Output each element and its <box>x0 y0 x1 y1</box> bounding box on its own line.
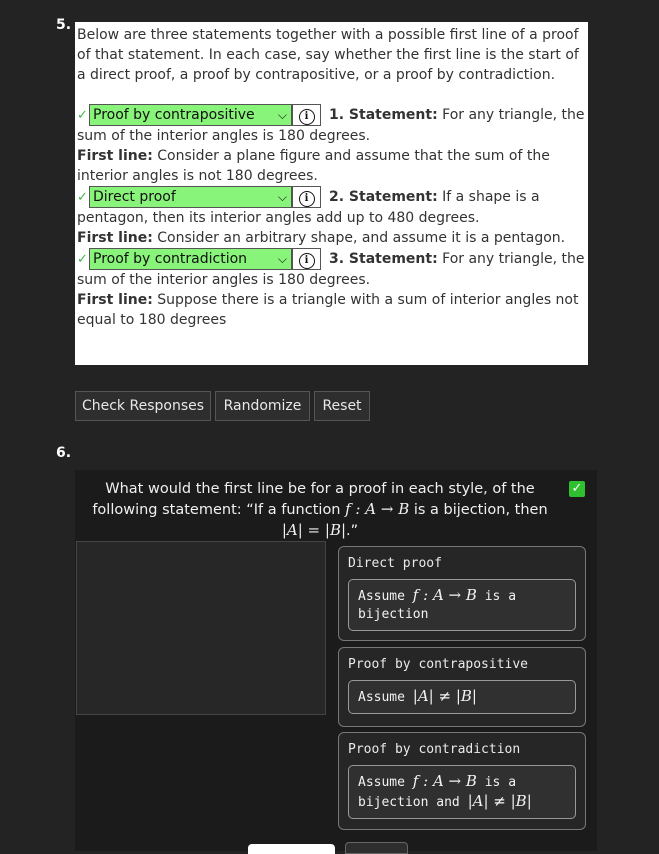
math-expression: f : A → B <box>412 586 477 604</box>
chevron-down-icon: ⌵ <box>277 190 287 204</box>
math-expression: |A| = |B| <box>281 521 347 539</box>
correct-check-icon: ✓ <box>77 252 88 267</box>
prompt-text: .” <box>346 523 359 539</box>
chevron-down-icon: ⌵ <box>277 252 287 266</box>
first-line-text: Suppose there is a triangle with a sum o… <box>77 292 579 328</box>
answer-source-dropzone[interactable] <box>76 541 326 715</box>
proof-type-select-3[interactable]: Proof by contradiction ⌵ <box>89 248 292 270</box>
statement-item-2: ✓ Direct proof ⌵ i 2. Statement: If a shape … <box>77 186 586 248</box>
first-line-text: Consider an arbitrary shape, and assume … <box>152 230 566 246</box>
category-title: Proof by contradiction <box>348 742 521 757</box>
question-number-5: 5. <box>56 17 72 33</box>
check-responses-button[interactable]: Check Responses <box>75 391 211 421</box>
category-title: Direct proof <box>348 556 442 571</box>
select-value: Proof by contrapositive <box>93 107 255 123</box>
category-title: Proof by contrapositive <box>348 657 529 672</box>
draggable-answer-chip[interactable]: Assume |A| ≠ |B| <box>348 680 576 714</box>
statement-label: 1. Statement: <box>329 107 438 123</box>
first-line-label: First line: <box>77 148 153 164</box>
partial-button-dark[interactable] <box>345 842 408 854</box>
proof-category-contradiction[interactable]: Proof by contradiction Assume f : A → B … <box>338 732 586 830</box>
answer-text: Assume <box>358 775 413 790</box>
question-6-prompt: What would the first line be for a proof… <box>85 479 555 541</box>
draggable-answer-chip[interactable]: Assume f : A → B is a bijection <box>348 579 576 631</box>
info-icon: i <box>298 109 315 125</box>
info-icon: i <box>298 253 315 269</box>
first-line-label: First line: <box>77 230 153 246</box>
proof-category-contrapositive[interactable]: Proof by contrapositive Assume |A| ≠ |B| <box>338 647 586 727</box>
math-expression: |A| ≠ |B| <box>412 687 477 705</box>
info-button[interactable]: i <box>292 248 321 270</box>
math-expression: f : A → B <box>345 500 410 518</box>
statement-label: 2. Statement: <box>329 189 438 205</box>
proof-type-select-2[interactable]: Direct proof ⌵ <box>89 186 292 208</box>
first-line-label: First line: <box>77 292 153 308</box>
question-5-intro: Below are three statements together with… <box>77 27 579 83</box>
answer-text: Assume <box>358 589 413 604</box>
info-icon: i <box>298 191 315 207</box>
select-value: Proof by contradiction <box>93 251 248 267</box>
answer-text: Assume <box>358 690 413 705</box>
math-expression: |A| ≠ |B| <box>467 792 532 810</box>
select-value: Direct proof <box>93 189 176 205</box>
statement-item-1: ✓ Proof by contrapositive ⌵ i 1. Statement: … <box>77 104 586 186</box>
proof-type-select-1[interactable]: Proof by contrapositive ⌵ <box>89 104 292 126</box>
question-5-box: Below are three statements together with… <box>75 22 588 365</box>
correct-checkbox-icon: ✓ <box>569 481 585 497</box>
draggable-answer-chip[interactable]: Assume f : A → B is a bijection and |A| … <box>348 765 576 819</box>
chevron-down-icon: ⌵ <box>277 108 287 122</box>
randomize-button[interactable]: Randomize <box>215 391 310 421</box>
correct-check-icon: ✓ <box>77 108 88 123</box>
correct-check-icon: ✓ <box>77 190 88 205</box>
statement-label: 3. Statement: <box>329 251 438 267</box>
proof-category-direct[interactable]: Direct proof Assume f : A → B is a bijec… <box>338 546 586 641</box>
statement-item-3: ✓ Proof by contradiction ⌵ i 3. Statement: F… <box>77 248 586 330</box>
question-number-6: 6. <box>56 445 72 461</box>
info-button[interactable]: i <box>292 104 321 126</box>
prompt-text: is a bijection, then <box>409 502 548 518</box>
reset-button[interactable]: Reset <box>314 391 370 421</box>
math-expression: f : A → B <box>412 772 477 790</box>
info-button[interactable]: i <box>292 186 321 208</box>
partial-button-white[interactable] <box>248 844 335 854</box>
